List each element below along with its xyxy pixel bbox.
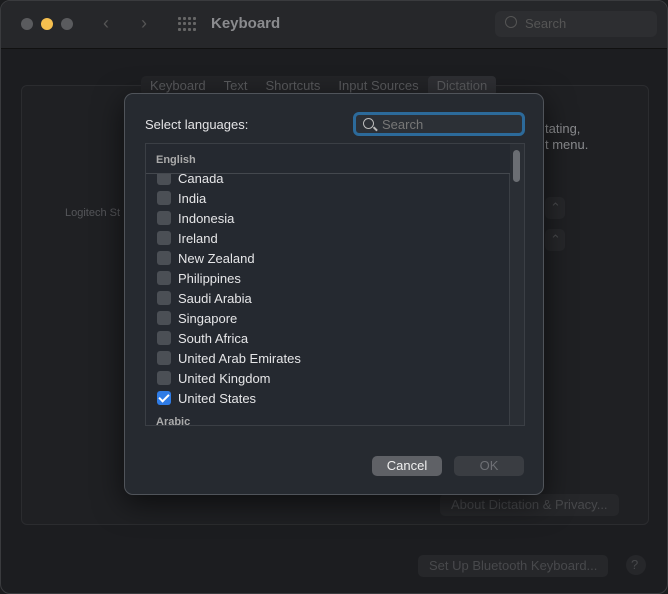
- item-label: New Zealand: [178, 250, 255, 266]
- list-item[interactable]: Singapore: [146, 308, 510, 328]
- popup-stepper-icon[interactable]: ⌃: [545, 197, 565, 219]
- item-label: United States: [178, 390, 257, 406]
- dialog-label: Select languages:: [145, 117, 249, 132]
- toolbar-search-input[interactable]: Search: [495, 11, 657, 37]
- list-item[interactable]: United Kingdom: [146, 368, 510, 388]
- popup-stepper-icon[interactable]: ⌃: [545, 229, 565, 251]
- search-icon: [363, 118, 374, 129]
- scrollbar-thumb[interactable]: [513, 150, 520, 182]
- list-item[interactable]: Indonesia: [146, 208, 510, 228]
- description-line-2: t menu.: [545, 137, 589, 152]
- minimize-button[interactable]: [41, 18, 53, 30]
- checkbox[interactable]: [157, 251, 171, 265]
- description-line-1: tating,: [545, 121, 581, 136]
- list-item[interactable]: Ireland: [146, 228, 510, 248]
- bluetooth-keyboard-button[interactable]: Set Up Bluetooth Keyboard...: [418, 555, 609, 577]
- list-item[interactable]: India: [146, 188, 510, 208]
- list-item[interactable]: United States: [146, 388, 510, 408]
- search-placeholder: Search: [525, 16, 567, 31]
- about-dictation-button[interactable]: About Dictation & Privacy...: [440, 494, 619, 516]
- cancel-button[interactable]: Cancel: [372, 456, 442, 476]
- zoom-button[interactable]: [61, 18, 73, 30]
- search-icon: [505, 16, 517, 28]
- list-item[interactable]: South Africa: [146, 328, 510, 348]
- group-header-english: English: [146, 144, 510, 174]
- checkbox[interactable]: [157, 271, 171, 285]
- item-label: Philippines: [178, 270, 241, 286]
- checkbox[interactable]: [157, 291, 171, 305]
- checkbox-checked[interactable]: [157, 391, 171, 405]
- item-label: Ireland: [178, 230, 218, 246]
- checkbox[interactable]: [157, 231, 171, 245]
- list-item[interactable]: Saudi Arabia: [146, 288, 510, 308]
- item-label: United Kingdom: [178, 370, 271, 386]
- title-bar: ‹ › Keyboard Search: [1, 1, 667, 49]
- checkbox[interactable]: [157, 371, 171, 385]
- item-label: Singapore: [178, 310, 238, 326]
- group-header-arabic: Arabic: [146, 408, 510, 425]
- select-languages-dialog: Select languages: Search English Canada …: [124, 93, 544, 495]
- help-button[interactable]: ?: [626, 555, 646, 575]
- language-search-input[interactable]: Search: [353, 112, 525, 136]
- scrollbar[interactable]: [509, 144, 524, 425]
- mic-label: Logitech St: [65, 207, 121, 219]
- item-label: Indonesia: [178, 210, 235, 226]
- item-label: United Arab Emirates: [178, 350, 301, 366]
- search-placeholder: Search: [382, 117, 424, 132]
- checkbox[interactable]: [157, 311, 171, 325]
- back-icon[interactable]: ‹: [103, 13, 109, 34]
- item-label: Saudi Arabia: [178, 290, 252, 306]
- item-label: India: [178, 190, 207, 206]
- checkbox[interactable]: [157, 331, 171, 345]
- window-title: Keyboard: [211, 15, 281, 32]
- list-item[interactable]: New Zealand: [146, 248, 510, 268]
- show-all-grid-icon[interactable]: [178, 17, 196, 31]
- list-item[interactable]: Philippines: [146, 268, 510, 288]
- item-label: South Africa: [178, 330, 249, 346]
- checkbox[interactable]: [157, 351, 171, 365]
- list-item[interactable]: United Arab Emirates: [146, 348, 510, 368]
- forward-icon[interactable]: ›: [141, 13, 147, 34]
- close-button[interactable]: [21, 18, 33, 30]
- language-list: English Canada India Indonesia Ireland N…: [145, 143, 525, 426]
- checkbox[interactable]: [157, 211, 171, 225]
- checkbox[interactable]: [157, 191, 171, 205]
- ok-button[interactable]: OK: [454, 456, 524, 476]
